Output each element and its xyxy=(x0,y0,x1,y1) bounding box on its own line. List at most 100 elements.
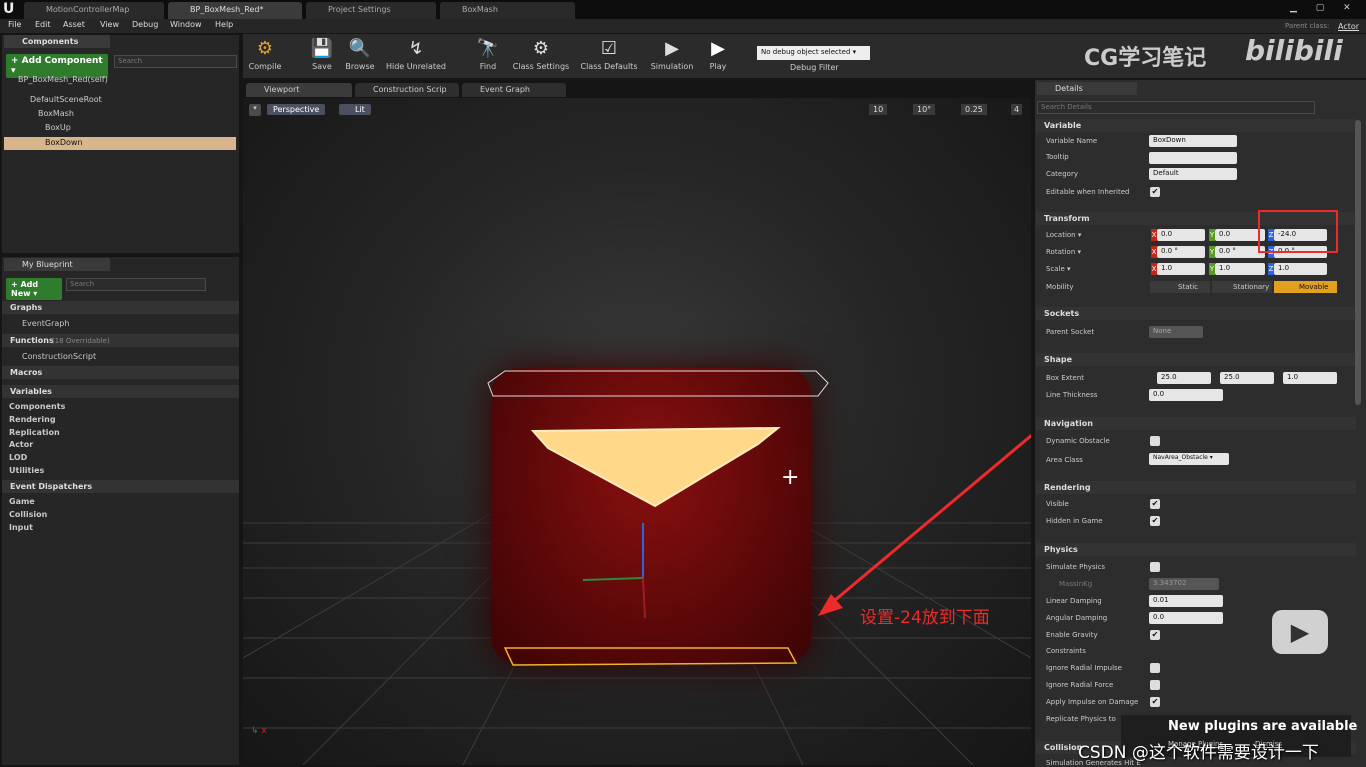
tab-boxmash[interactable]: BoxMash xyxy=(440,2,575,19)
var-cat-rendering[interactable]: Rendering xyxy=(9,415,56,424)
simulate-physics-checkbox[interactable] xyxy=(1150,562,1160,572)
category-select[interactable]: Default xyxy=(1149,168,1237,180)
enable-gravity-checkbox[interactable]: ✔ xyxy=(1150,630,1160,640)
tab-motioncontrollermap[interactable]: MotionControllerMap xyxy=(24,2,164,19)
item-eventgraph[interactable]: EventGraph xyxy=(22,319,69,328)
editable-inherited-checkbox[interactable]: ✔ xyxy=(1150,187,1160,197)
visible-checkbox[interactable]: ✔ xyxy=(1150,499,1160,509)
menu-help[interactable]: Help xyxy=(215,20,233,29)
var-cat-utilities[interactable]: Utilities xyxy=(9,466,44,475)
section-rendering[interactable]: Rendering xyxy=(1036,481,1356,494)
mobility-static-button[interactable]: Static xyxy=(1150,281,1210,293)
component-self[interactable]: BP_BoxMesh_Red(self) xyxy=(18,75,108,84)
dynamic-obstacle-checkbox[interactable] xyxy=(1150,436,1160,446)
tab-project-settings[interactable]: Project Settings xyxy=(306,2,436,19)
section-macros[interactable]: Macros xyxy=(2,366,239,379)
section-variables[interactable]: Variables xyxy=(2,385,239,398)
var-cat-actor[interactable]: Actor xyxy=(9,440,33,449)
scale-z-field[interactable]: 1.0 xyxy=(1274,263,1327,275)
ignore-radial-force-checkbox[interactable] xyxy=(1150,680,1160,690)
menu-view[interactable]: View xyxy=(100,20,119,29)
add-new-button[interactable]: + Add New ▾ xyxy=(6,278,62,300)
viewport-options-button[interactable]: ▾ xyxy=(249,104,261,116)
parent-socket-field[interactable]: None xyxy=(1149,326,1203,338)
scale-x-field[interactable]: 1.0 xyxy=(1157,263,1205,275)
menu-debug[interactable]: Debug xyxy=(132,20,158,29)
hidden-in-game-checkbox[interactable]: ✔ xyxy=(1150,516,1160,526)
details-scrollbar[interactable] xyxy=(1355,120,1361,405)
tab-bp-boxmesh-red[interactable]: BP_BoxMesh_Red* xyxy=(168,2,302,19)
simulation-button[interactable]: ▶ Simulation xyxy=(648,36,696,76)
menu-edit[interactable]: Edit xyxy=(35,20,51,29)
section-graphs[interactable]: Graphs xyxy=(2,301,239,314)
var-cat-lod[interactable]: LOD xyxy=(9,453,27,462)
item-constructionscript[interactable]: ConstructionScript xyxy=(22,352,96,361)
variable-name-field[interactable]: BoxDown xyxy=(1149,135,1237,147)
line-thickness-field[interactable]: 0.0 xyxy=(1149,389,1223,401)
rotation-x-field[interactable]: 0.0 ° xyxy=(1157,246,1205,258)
find-button[interactable]: 🔭 Find xyxy=(466,36,510,76)
disp-cat-input[interactable]: Input xyxy=(9,523,33,532)
tree-item-boxmash[interactable]: BoxMash xyxy=(38,109,74,118)
section-shape[interactable]: Shape xyxy=(1036,353,1356,366)
perspective-button[interactable]: Perspective xyxy=(267,104,326,115)
angular-damping-field[interactable]: 0.0 xyxy=(1149,612,1223,624)
section-event-dispatchers[interactable]: Event Dispatchers xyxy=(2,480,239,493)
tree-item-boxdown[interactable]: BoxDown xyxy=(45,138,83,147)
menu-asset[interactable]: Asset xyxy=(63,20,85,29)
scale-snap-value[interactable]: 0.25 xyxy=(961,104,987,115)
section-physics[interactable]: Physics xyxy=(1036,543,1356,556)
class-settings-button[interactable]: ⚙ Class Settings xyxy=(512,36,570,76)
my-blueprint-tab[interactable]: My Blueprint xyxy=(4,258,110,271)
section-variable[interactable]: Variable xyxy=(1036,119,1356,132)
tree-item-defaultsceneroot[interactable]: DefaultSceneRoot xyxy=(30,95,102,104)
browse-button[interactable]: 🔍 Browse xyxy=(338,36,382,76)
menu-file[interactable]: File xyxy=(8,20,21,29)
details-tab[interactable]: Details xyxy=(1037,82,1137,95)
scale-y-field[interactable]: 1.0 xyxy=(1215,263,1265,275)
mass-field[interactable]: 3.343702 xyxy=(1149,578,1219,590)
grid-snap-value[interactable]: 10 xyxy=(869,104,888,115)
tooltip-field[interactable] xyxy=(1149,152,1237,164)
window-controls[interactable]: ▁ ▢ ✕ xyxy=(1290,3,1359,13)
menu-window[interactable]: Window xyxy=(170,20,202,29)
area-class-select[interactable]: NavArea_Obstacle ▾ xyxy=(1149,453,1229,465)
play-button[interactable]: ▶ Play xyxy=(698,36,738,76)
debug-object-select[interactable]: No debug object selected ▾ xyxy=(757,46,870,60)
tree-item-boxdown-selected[interactable] xyxy=(4,137,236,150)
hide-unrelated-button[interactable]: ↯ Hide Unrelated xyxy=(385,36,447,76)
tab-event-graph[interactable]: Event Graph xyxy=(462,83,566,97)
tree-item-boxup[interactable]: BoxUp xyxy=(45,123,71,132)
angle-snap-value[interactable]: 10° xyxy=(913,104,936,115)
location-x-field[interactable]: 0.0 xyxy=(1157,229,1205,241)
tab-viewport[interactable]: Viewport xyxy=(246,83,352,97)
tab-construction-script[interactable]: Construction Scrip xyxy=(355,83,459,97)
mobility-stationary-button[interactable]: Stationary xyxy=(1212,281,1272,293)
linear-damping-field[interactable]: 0.01 xyxy=(1149,595,1223,607)
viewport[interactable]: + Perspective Lit ▾ 10 10° 0.25 4 设置-24放… xyxy=(243,98,1031,765)
section-functions[interactable]: Functions xyxy=(2,334,239,347)
compile-button[interactable]: ⚙ Compile xyxy=(243,36,287,76)
class-defaults-button[interactable]: ☑ Class Defaults xyxy=(578,36,640,76)
label-rotation[interactable]: Rotation ▾ xyxy=(1046,248,1081,256)
box-extent-x-field[interactable]: 25.0 xyxy=(1157,372,1211,384)
blueprint-search-input[interactable]: Search xyxy=(66,278,206,291)
details-search-input[interactable]: Search Details xyxy=(1037,101,1315,114)
label-location[interactable]: Location ▾ xyxy=(1046,231,1081,239)
components-tab[interactable]: Components xyxy=(4,35,110,48)
parent-class-value[interactable]: Actor xyxy=(1338,22,1359,31)
disp-cat-collision[interactable]: Collision xyxy=(9,510,47,519)
var-cat-components[interactable]: Components xyxy=(9,402,65,411)
box-extent-z-field[interactable]: 1.0 xyxy=(1283,372,1337,384)
box-extent-y-field[interactable]: 25.0 xyxy=(1220,372,1274,384)
var-cat-replication[interactable]: Replication xyxy=(9,428,60,437)
components-search-input[interactable]: Search xyxy=(114,55,237,68)
section-sockets[interactable]: Sockets xyxy=(1036,307,1356,320)
section-navigation[interactable]: Navigation xyxy=(1036,417,1356,430)
mobility-movable-button[interactable]: Movable xyxy=(1274,281,1337,293)
ignore-radial-impulse-checkbox[interactable] xyxy=(1150,663,1160,673)
disp-cat-game[interactable]: Game xyxy=(9,497,35,506)
label-scale[interactable]: Scale ▾ xyxy=(1046,265,1071,273)
camera-speed-value[interactable]: 4 xyxy=(1011,104,1023,115)
label-constraints[interactable]: Constraints xyxy=(1046,647,1086,655)
